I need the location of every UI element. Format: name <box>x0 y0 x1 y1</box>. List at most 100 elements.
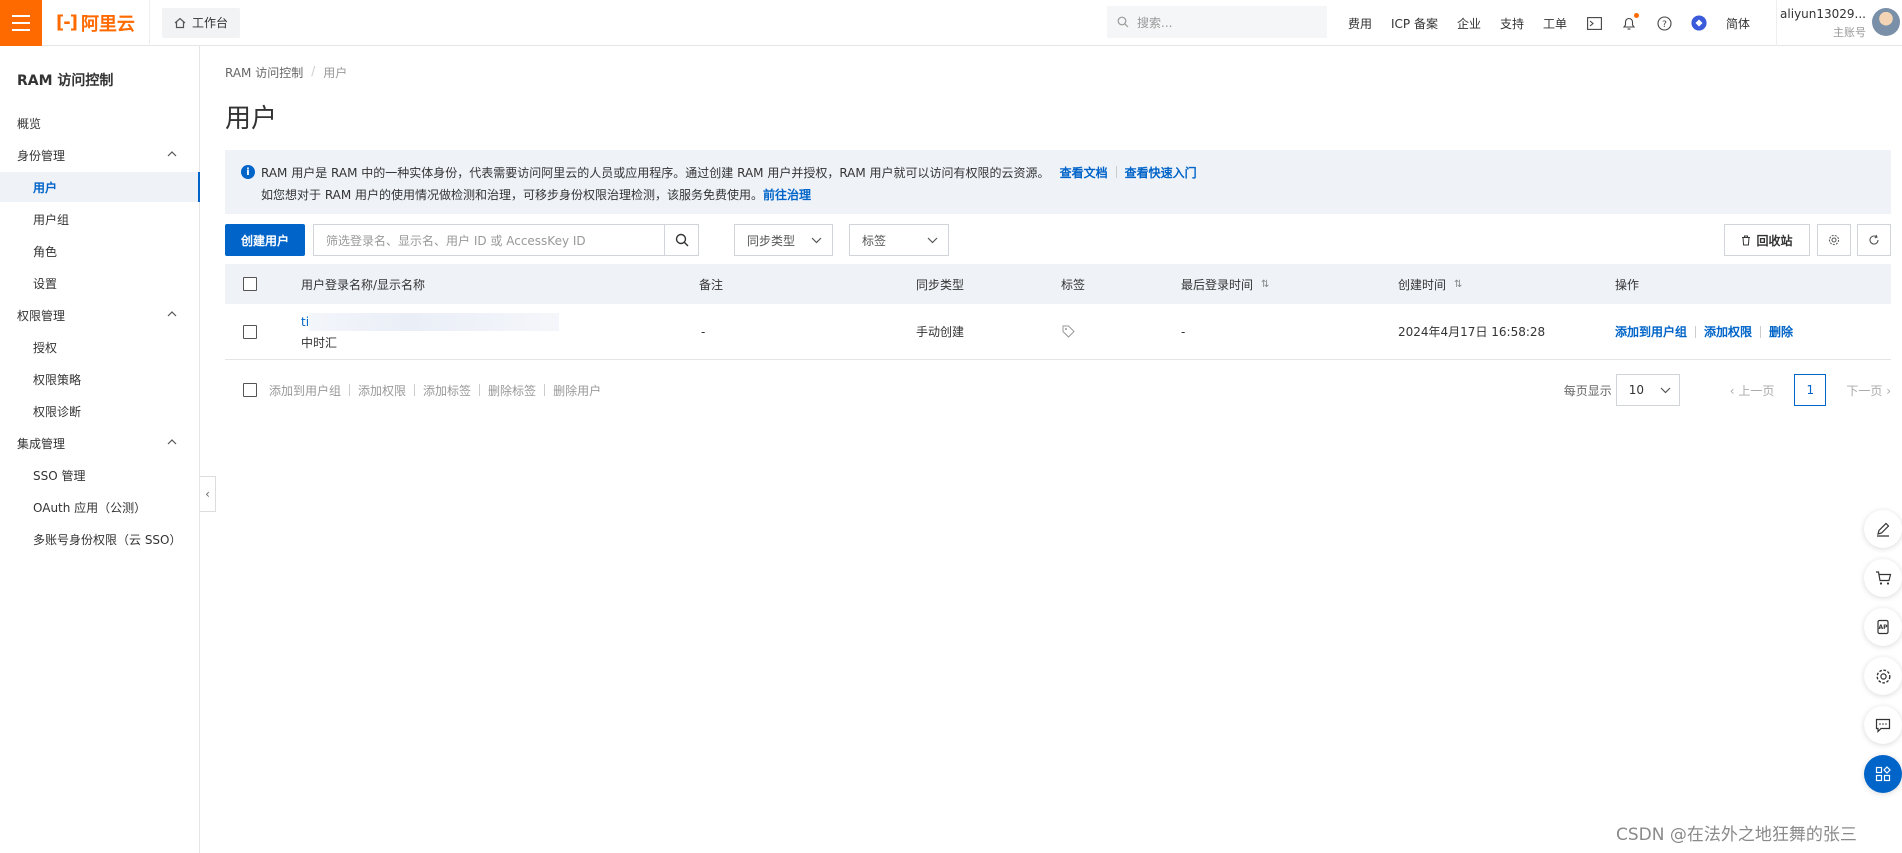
top-nav: 费用 ICP 备案 企业 支持 工单 ? 简体 <box>1348 0 1750 46</box>
bulk-add-to-group[interactable]: 添加到用户组 <box>269 382 341 399</box>
tag-icon[interactable] <box>1062 304 1075 359</box>
chevron-up-icon <box>167 439 177 445</box>
gear-icon <box>1875 668 1891 684</box>
breadcrumb-root[interactable]: RAM 访问控制 <box>225 64 303 81</box>
header-created[interactable]: 创建时间 ⇅ <box>1398 264 1462 304</box>
nav-billing[interactable]: 费用 <box>1348 15 1372 32</box>
avatar[interactable] <box>1872 8 1900 36</box>
header-last-login[interactable]: 最后登录时间 ⇅ <box>1181 264 1269 304</box>
bulk-delete-user[interactable]: 删除用户 <box>553 382 601 399</box>
sort-icon: ⇅ <box>1261 278 1270 290</box>
bell-icon[interactable] <box>1621 13 1640 31</box>
svg-text:AP: AP <box>1878 624 1888 631</box>
global-search-input[interactable]: 搜索... <box>1107 6 1327 38</box>
row-checkbox[interactable] <box>243 304 257 359</box>
filter-search-button[interactable] <box>664 225 698 255</box>
user-filter-input[interactable]: 筛选登录名、显示名、用户 ID 或 AccessKey ID <box>313 224 699 256</box>
floating-tools: AP <box>1864 510 1902 804</box>
app-button[interactable]: AP <box>1864 608 1902 646</box>
create-user-button[interactable]: 创建用户 <box>225 224 305 256</box>
user-login-name-link[interactable]: ti <box>301 315 309 329</box>
add-to-group-link[interactable]: 添加到用户组 <box>1615 323 1687 340</box>
search-icon <box>1117 16 1129 28</box>
user-created-time: 2024年4月17日 16:58:28 <box>1398 325 1546 339</box>
go-govern-link[interactable]: 前往治理 <box>763 186 811 203</box>
info-notice: i RAM 用户是 RAM 中的一种实体身份，代表需要访问阿里云的人员或应用程序… <box>225 150 1891 214</box>
assistant-icon[interactable] <box>1691 15 1707 31</box>
nav-enterprise[interactable]: 企业 <box>1457 15 1481 32</box>
nav-icp[interactable]: ICP 备案 <box>1391 15 1438 32</box>
chevron-left-icon: ‹ <box>205 487 210 501</box>
account-menu[interactable]: aliyun13029... 主账号 <box>1776 0 1866 46</box>
chevron-down-icon <box>1660 387 1671 393</box>
user-last-login: - <box>1181 324 1186 339</box>
sidebar-item-policies[interactable]: 权限策略 <box>0 364 200 394</box>
select-all-checkbox[interactable] <box>243 264 257 304</box>
sidebar-item-oauth[interactable]: OAuth 应用（公测） <box>0 492 200 522</box>
tag-select[interactable]: 标签 <box>849 224 949 256</box>
sidebar-item-user-groups[interactable]: 用户组 <box>0 204 200 234</box>
nav-support[interactable]: 支持 <box>1500 15 1524 32</box>
nav-ticket[interactable]: 工单 <box>1543 15 1567 32</box>
bulk-actions: 添加到用户组 添加权限 添加标签 删除标签 删除用户 <box>243 372 601 408</box>
recycle-bin-button[interactable]: 回收站 <box>1724 224 1810 256</box>
terminal-icon[interactable] <box>1586 15 1602 31</box>
account-name: aliyun13029... <box>1780 6 1866 21</box>
sidebar-item-settings[interactable]: 设置 <box>0 268 200 298</box>
prev-page-button[interactable]: ‹ 上一页 <box>1730 382 1775 399</box>
header-login-name: 用户登录名称/显示名称 <box>301 277 426 292</box>
page-number-1[interactable]: 1 <box>1794 374 1827 406</box>
sidebar-item-roles[interactable]: 角色 <box>0 236 200 266</box>
bulk-add-permission[interactable]: 添加权限 <box>358 382 406 399</box>
next-page-button[interactable]: 下一页 › <box>1846 382 1891 399</box>
notice-text-2: 如您想对于 RAM 用户的使用情况做检测和治理，可移步身份权限治理检测，该服务免… <box>261 187 764 202</box>
user-remark: - <box>701 324 706 339</box>
hamburger-menu-button[interactable] <box>0 0 42 46</box>
page-size-select[interactable]: 10 <box>1615 374 1680 406</box>
bulk-remove-tag[interactable]: 删除标签 <box>488 382 536 399</box>
add-permission-link[interactable]: 添加权限 <box>1704 323 1752 340</box>
sort-icon: ⇅ <box>1454 278 1463 290</box>
help-icon[interactable]: ? <box>1656 15 1672 31</box>
grid-icon <box>1875 766 1891 782</box>
edit-icon <box>1877 522 1890 537</box>
sidebar-group-integration[interactable]: 集成管理 <box>0 428 200 458</box>
settings-button[interactable] <box>1864 657 1902 695</box>
delete-user-link[interactable]: 删除 <box>1769 323 1793 340</box>
aliyun-logo-icon: [-] <box>56 12 78 33</box>
refresh-button[interactable] <box>1857 224 1891 256</box>
bulk-add-tag[interactable]: 添加标签 <box>423 382 471 399</box>
header-tags: 标签 <box>1061 277 1086 292</box>
chat-button[interactable] <box>1864 706 1902 744</box>
feedback-button[interactable] <box>1864 510 1902 548</box>
view-docs-link[interactable]: 查看文档 <box>1060 164 1108 181</box>
cart-button[interactable] <box>1864 559 1902 597</box>
header-remark: 备注 <box>699 277 724 292</box>
column-settings-button[interactable] <box>1817 224 1851 256</box>
table-row: ti 中时汇 - 手动创建 - 2024年4月17日 16:58:28 添加到用… <box>225 304 1891 360</box>
sidebar-item-users[interactable]: 用户 <box>0 172 200 202</box>
sidebar-group-identity[interactable]: 身份管理 <box>0 140 200 170</box>
bulk-select-checkbox[interactable] <box>243 383 257 397</box>
header-actions: 操作 <box>1615 277 1640 292</box>
toolbar: 创建用户 筛选登录名、显示名、用户 ID 或 AccessKey ID 同步类型… <box>225 224 1891 256</box>
language-switch[interactable]: 简体 <box>1726 15 1750 32</box>
sidebar-item-sso[interactable]: SSO 管理 <box>0 460 200 490</box>
quick-start-link[interactable]: 查看快速入门 <box>1125 164 1197 181</box>
user-display-name: 中时汇 <box>301 335 338 350</box>
workbench-button[interactable]: 工作台 <box>161 7 240 38</box>
chevron-up-icon <box>167 311 177 317</box>
sidebar-item-cloud-sso[interactable]: 多账号身份权限（云 SSO） <box>0 524 200 554</box>
watermark: CSDN @在法外之地狂舞的张三 <box>1616 825 1857 845</box>
table-header: 用户登录名称/显示名称 备注 同步类型 标签 最后登录时间 ⇅ 创建时间 ⇅ 操作 <box>225 264 1891 304</box>
apps-grid-button[interactable] <box>1864 755 1902 793</box>
sidebar-item-diagnosis[interactable]: 权限诊断 <box>0 396 200 426</box>
sidebar-item-grants[interactable]: 授权 <box>0 332 200 362</box>
sidebar-collapse-button[interactable]: ‹ <box>200 476 216 512</box>
sidebar-group-permissions[interactable]: 权限管理 <box>0 300 200 330</box>
sidebar-item-overview[interactable]: 概览 <box>0 108 200 138</box>
sync-type-select[interactable]: 同步类型 <box>734 224 833 256</box>
aliyun-logo[interactable]: [-] 阿里云 <box>42 0 150 46</box>
page-title: 用户 <box>225 104 278 134</box>
filter-placeholder: 筛选登录名、显示名、用户 ID 或 AccessKey ID <box>326 233 586 248</box>
